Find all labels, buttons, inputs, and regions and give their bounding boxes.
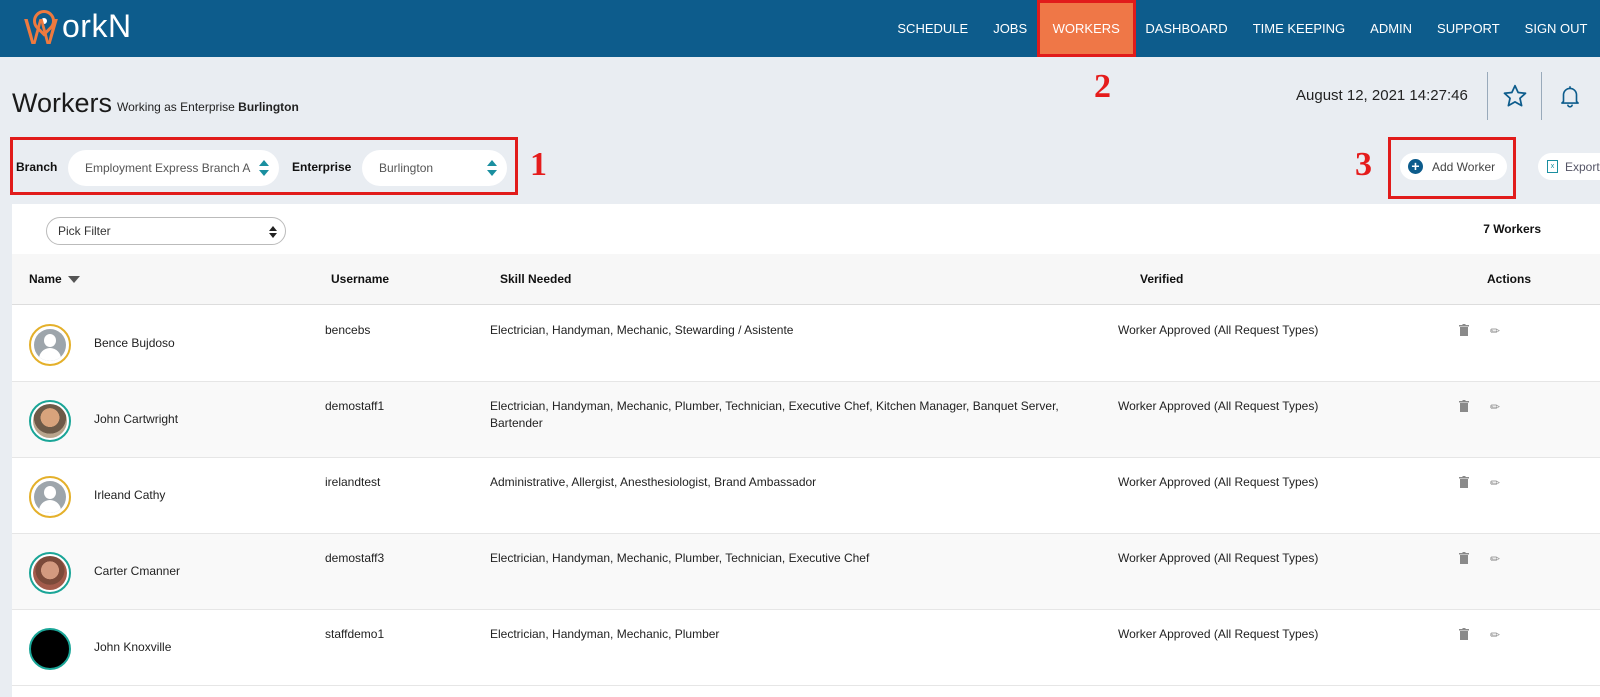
callout-2: 2 (1094, 68, 1111, 105)
export-button[interactable]: x Export (1538, 153, 1600, 180)
callout-3: 3 (1355, 146, 1372, 183)
enterprise-select[interactable]: Burlington (362, 150, 507, 186)
worker-username: demostaff3 (325, 551, 385, 565)
worker-skills: Electrician, Handyman, Mechanic, Steward… (490, 323, 794, 337)
enterprise-label: Enterprise (292, 160, 352, 174)
worker-skills: Administrative, Allergist, Anesthesiolog… (490, 475, 817, 489)
bell-icon[interactable] (1557, 83, 1583, 109)
trash-icon[interactable] (1459, 552, 1469, 564)
pencil-icon[interactable]: ✏ (1490, 400, 1500, 414)
worker-name[interactable]: John Knoxville (94, 639, 171, 656)
nav-support[interactable]: SUPPORT (1425, 0, 1513, 57)
table-row[interactable]: Bence Bujdoso bencebs Electrician, Handy… (12, 306, 1600, 382)
worker-username: bencebs (325, 323, 371, 337)
avatar (29, 324, 71, 366)
pencil-icon[interactable]: ✏ (1490, 324, 1500, 338)
column-header-actions: Actions (1487, 272, 1532, 286)
enterprise-select-value: Burlington (379, 161, 434, 175)
trash-icon[interactable] (1459, 400, 1469, 412)
nav-jobs[interactable]: JOBS (981, 0, 1040, 57)
trash-icon[interactable] (1459, 324, 1469, 336)
trash-icon[interactable] (1459, 476, 1469, 488)
sort-down-icon (67, 276, 80, 284)
add-worker-button[interactable]: + Add Worker (1400, 153, 1507, 180)
nav-schedule[interactable]: SCHEDULE (885, 0, 981, 57)
worker-name[interactable]: John Cartwright (94, 411, 178, 428)
nav-sign-out[interactable]: SIGN OUT (1512, 0, 1600, 57)
select-arrows-icon (269, 226, 277, 238)
worker-skills: Electrician, Handyman, Mechanic, Plumber… (490, 551, 870, 565)
worker-count: 7 Workers (1483, 222, 1541, 236)
table-row[interactable]: John Cartwright demostaff1 Electrician, … (12, 382, 1600, 458)
top-nav: W orkN SCHEDULE JOBS WORKERS DASHBOARD T… (0, 0, 1600, 57)
header-divider (1487, 72, 1488, 120)
page-title: Workers (12, 88, 113, 118)
select-arrows-icon (487, 160, 497, 176)
branch-select[interactable]: Employment Express Branch A (68, 150, 279, 186)
nav-dashboard[interactable]: DASHBOARD (1133, 0, 1240, 57)
worker-name[interactable]: Bence Bujdoso (94, 335, 175, 352)
avatar (29, 476, 71, 518)
header-divider (1541, 72, 1542, 120)
branch-label: Branch (16, 160, 58, 174)
workn-logo[interactable]: W orkN (24, 4, 132, 52)
nav-admin[interactable]: ADMIN (1358, 0, 1425, 57)
pencil-icon[interactable]: ✏ (1490, 628, 1500, 642)
table-row[interactable]: Irleand Cathy irelandtest Administrative… (12, 458, 1600, 534)
plus-circle-icon: + (1408, 159, 1423, 174)
pick-filter-select[interactable]: Pick Filter (46, 217, 286, 245)
branch-select-value: Employment Express Branch A (85, 161, 251, 175)
worker-name[interactable]: Carter Cmanner (94, 563, 180, 580)
worker-verified: Worker Approved (All Request Types) (1118, 475, 1319, 489)
spreadsheet-icon: x (1547, 160, 1558, 173)
select-arrows-icon (259, 160, 269, 176)
worker-verified: Worker Approved (All Request Types) (1118, 399, 1319, 413)
worker-name[interactable]: Irleand Cathy (94, 487, 165, 504)
pencil-icon[interactable]: ✏ (1490, 476, 1500, 490)
table-row[interactable]: Carter Cmanner demostaff3 Electrician, H… (12, 534, 1600, 610)
column-header-username: Username (331, 272, 390, 286)
pencil-icon[interactable]: ✏ (1490, 552, 1500, 566)
star-icon[interactable] (1502, 83, 1528, 109)
worker-username: staffdemo1 (325, 627, 385, 641)
working-as-text: Working as Enterprise Burlington (117, 100, 299, 114)
user-photo (33, 404, 67, 438)
logo-text: orkN (62, 8, 132, 44)
column-header-name[interactable]: Name (29, 272, 80, 286)
trash-icon[interactable] (1459, 628, 1469, 640)
worker-verified: Worker Approved (All Request Types) (1118, 551, 1319, 565)
location-pin-icon: W (24, 5, 64, 52)
avatar (29, 552, 71, 594)
nav-workers[interactable]: WORKERS (1036, 0, 1136, 57)
callout-1: 1 (530, 146, 547, 183)
table-row[interactable]: John Knoxville staffdemo1 Electrician, H… (12, 610, 1600, 686)
user-placeholder-icon (34, 481, 66, 513)
user-photo (33, 556, 67, 590)
worker-username: irelandtest (325, 475, 381, 489)
avatar (29, 400, 71, 442)
worker-skills: Electrician, Handyman, Mechanic, Plumber… (490, 399, 1059, 430)
nav-time-keeping[interactable]: TIME KEEPING (1240, 0, 1357, 57)
current-datetime: August 12, 2021 14:27:46 (1296, 87, 1468, 104)
avatar (29, 628, 71, 670)
table-header: Name Username Skill Needed Verified Acti… (12, 254, 1600, 305)
workers-panel: Pick Filter 7 Workers Name Username Skil… (12, 204, 1600, 697)
column-header-verified: Verified (1140, 272, 1184, 286)
worker-skills: Electrician, Handyman, Mechanic, Plumber (490, 627, 720, 641)
worker-verified: Worker Approved (All Request Types) (1118, 323, 1319, 337)
worker-username: demostaff1 (325, 399, 385, 413)
worker-verified: Worker Approved (All Request Types) (1118, 627, 1319, 641)
column-header-skill: Skill Needed (500, 272, 572, 286)
user-placeholder-icon (34, 329, 66, 361)
